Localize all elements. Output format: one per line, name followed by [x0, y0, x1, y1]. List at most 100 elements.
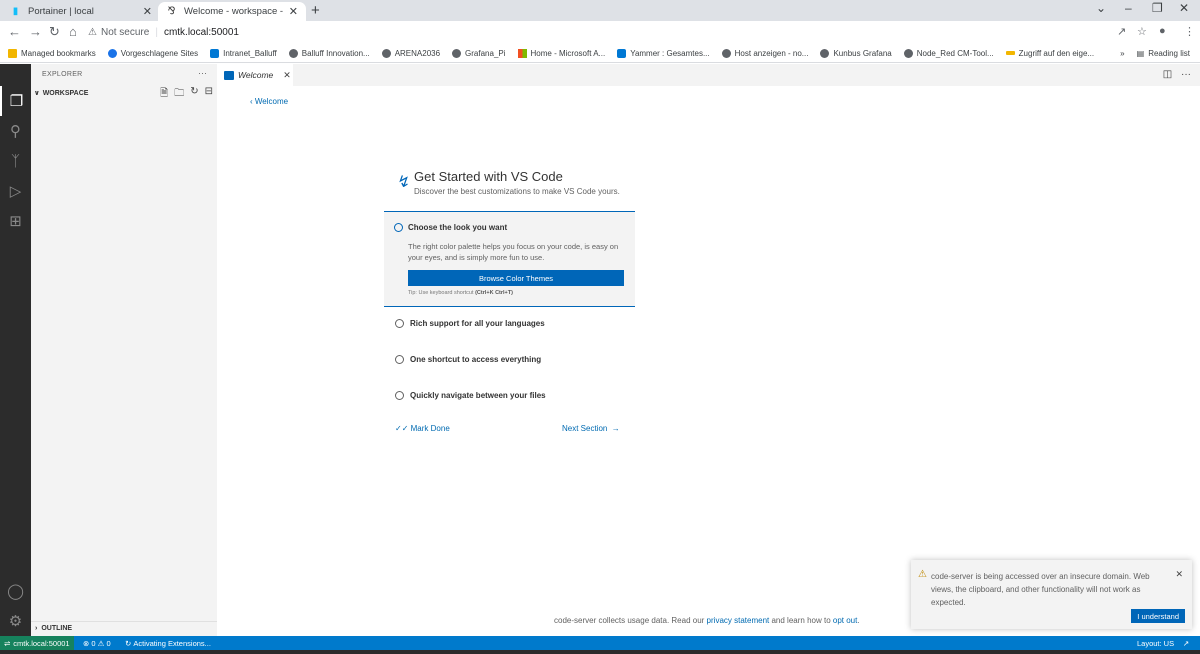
browser-tab-welcome[interactable]: ⅋ Welcome - workspace - code-se ✕: [158, 2, 306, 21]
new-tab-button[interactable]: +: [311, 2, 320, 19]
menu-icon[interactable]: ⋮: [1184, 25, 1195, 38]
bookmark-item[interactable]: Vorgeschlagene Sites: [107, 48, 198, 58]
layout-text: Layout: US: [1137, 638, 1175, 648]
shortcut-tip: Tip: Use keyboard shortcut (Ctrl+K Ctrl+…: [408, 290, 513, 296]
bookmark-item[interactable]: Grafana_Pi: [452, 48, 506, 58]
bookmark-label: Intranet_Balluff: [223, 48, 277, 58]
home-button[interactable]: ⌂: [69, 24, 77, 39]
bookmarks-overflow-button[interactable]: »: [1120, 49, 1124, 58]
bookmark-item[interactable]: Managed bookmarks: [8, 48, 96, 58]
bookmark-item[interactable]: Zugriff auf den eige...: [1005, 49, 1094, 58]
share-icon[interactable]: ↗: [1117, 25, 1126, 38]
bookmark-item[interactable]: Yammer : Gesamtes...: [617, 48, 710, 58]
error-icon: ⊗: [83, 638, 92, 648]
bookmark-item[interactable]: Host anzeigen - no...: [721, 48, 809, 58]
forward-button[interactable]: →: [29, 24, 42, 39]
step-title: Quickly navigate between your files: [410, 391, 546, 400]
url-text[interactable]: cmtk.local:50001: [164, 27, 239, 38]
bookmark-item[interactable]: Balluff Innovation...: [288, 48, 370, 58]
status-bar: ⇌ cmtk.local:50001 ⊗ 0 ⚠ 0 ↻ Activating …: [0, 636, 1200, 650]
notification-message: code-server is being accessed over an in…: [931, 572, 1150, 607]
problems-indicator[interactable]: ⊗ 0 ⚠ 0: [83, 636, 111, 650]
close-window-button[interactable]: ✕: [1179, 1, 1189, 15]
step-shortcut[interactable]: One shortcut to access everything: [395, 355, 541, 364]
yammer-icon: [617, 48, 627, 58]
step-status-icon: [395, 391, 404, 400]
chevron-down-icon: ∨: [34, 90, 40, 97]
run-debug-icon[interactable]: ▷: [0, 176, 31, 206]
restore-button[interactable]: ❐: [1152, 1, 1163, 15]
bookmark-item[interactable]: ARENA2036: [381, 48, 440, 58]
account-icon[interactable]: ◯: [0, 576, 31, 606]
reload-button[interactable]: ↻: [49, 24, 60, 40]
star-icon[interactable]: ☆: [1137, 25, 1147, 38]
search-icon[interactable]: ⚲: [0, 116, 31, 146]
remote-indicator[interactable]: ⇌ cmtk.local:50001: [0, 636, 74, 650]
back-to-welcome-link[interactable]: ‹ Welcome: [250, 97, 288, 106]
bookmark-item[interactable]: Home - Microsoft A...: [517, 48, 606, 58]
bookmark-label: Yammer : Gesamtes...: [630, 48, 710, 58]
i-understand-button[interactable]: I understand: [1131, 609, 1185, 623]
activity-indicator[interactable]: ↻ Activating Extensions...: [125, 636, 211, 650]
collapse-all-icon[interactable]: ⊟: [205, 86, 213, 103]
tip-text: Tip: Use keyboard shortcut: [408, 290, 474, 296]
bookmark-item[interactable]: Node_Red CM-Tool...: [903, 48, 994, 58]
extensions-icon[interactable]: ⊞: [0, 206, 31, 236]
step-navigate[interactable]: Quickly navigate between your files: [395, 391, 546, 400]
close-icon[interactable]: ✕: [1175, 569, 1183, 580]
close-icon[interactable]: ✕: [283, 70, 291, 81]
arrow-right-icon: →: [607, 424, 620, 433]
minimize-button[interactable]: –: [1125, 1, 1132, 15]
split-editor-icon[interactable]: ◫: [1163, 69, 1172, 80]
close-icon[interactable]: ✕: [143, 5, 152, 18]
step-languages[interactable]: Rich support for all your languages: [395, 319, 545, 328]
step-title: Rich support for all your languages: [410, 319, 545, 328]
close-icon[interactable]: ✕: [289, 5, 298, 18]
bookmark-item[interactable]: Intranet_Balluff: [210, 48, 277, 58]
activity-text: Activating Extensions...: [133, 638, 211, 648]
next-section-link[interactable]: Next Section →: [562, 424, 620, 433]
bing-icon: [107, 48, 117, 58]
browser-tab-portainer[interactable]: ▮ Portainer | local ✕: [2, 2, 160, 21]
step-status-icon: [395, 355, 404, 364]
warning-icon[interactable]: ⚠: [88, 27, 97, 38]
outline-section-header[interactable]: › OUTLINE: [31, 621, 217, 634]
address-bar-row: ← → ↻ ⌂ ⚠ Not secure | cmtk.local:50001 …: [0, 21, 1200, 44]
tab-search-icon[interactable]: ⌄: [1096, 1, 1106, 15]
explorer-icon[interactable]: ❐: [0, 86, 31, 116]
new-folder-icon[interactable]: 🗀: [174, 86, 184, 103]
bookmark-item[interactable]: Kunbus Grafana: [820, 48, 892, 58]
privacy-statement-link[interactable]: privacy statement: [707, 616, 770, 625]
bookmark-label: Host anzeigen - no...: [734, 48, 809, 58]
feedback-icon[interactable]: ↗: [1183, 636, 1189, 650]
walkthrough-title: Get Started with VS Code: [414, 169, 563, 184]
globe-icon: [452, 48, 462, 58]
globe-icon: [721, 48, 731, 58]
omnibox[interactable]: ⚠ Not secure | cmtk.local:50001: [88, 23, 1118, 42]
browse-color-themes-button[interactable]: Browse Color Themes: [408, 270, 624, 286]
reading-list-button[interactable]: Reading list: [1148, 49, 1190, 58]
link-icon: [1005, 51, 1015, 55]
more-actions-icon[interactable]: ···: [1181, 69, 1191, 80]
source-control-icon[interactable]: ᛉ: [0, 146, 31, 176]
security-label[interactable]: Not secure: [101, 27, 149, 38]
refresh-icon[interactable]: ↻: [190, 86, 198, 103]
tab-title: Welcome - workspace - code-se: [184, 6, 285, 17]
tab-label: Welcome: [238, 70, 274, 80]
bookmarks-bar: Managed bookmarks Vorgeschlagene Sites I…: [0, 44, 1200, 63]
back-button[interactable]: ←: [8, 24, 21, 39]
opt-out-link[interactable]: opt out: [833, 616, 857, 625]
bookmark-label: Home - Microsoft A...: [530, 48, 606, 58]
settings-gear-icon[interactable]: ⚙: [0, 606, 31, 636]
new-file-icon[interactable]: 🗎: [160, 86, 168, 103]
outline-label: OUTLINE: [41, 624, 73, 632]
tab-welcome[interactable]: Welcome ✕: [217, 64, 293, 86]
profile-icon[interactable]: ●: [1159, 25, 1166, 37]
step-choose-look[interactable]: Choose the look you want The right color…: [384, 211, 635, 307]
walkthrough-subtitle: Discover the best customizations to make…: [414, 187, 620, 196]
keyboard-layout[interactable]: Layout: US: [1137, 636, 1174, 650]
more-actions-icon[interactable]: ···: [198, 68, 207, 78]
step-title: Choose the look you want: [408, 223, 508, 232]
globe-icon: [903, 48, 913, 58]
mark-done-link[interactable]: ✓✓ Mark Done: [395, 424, 450, 433]
